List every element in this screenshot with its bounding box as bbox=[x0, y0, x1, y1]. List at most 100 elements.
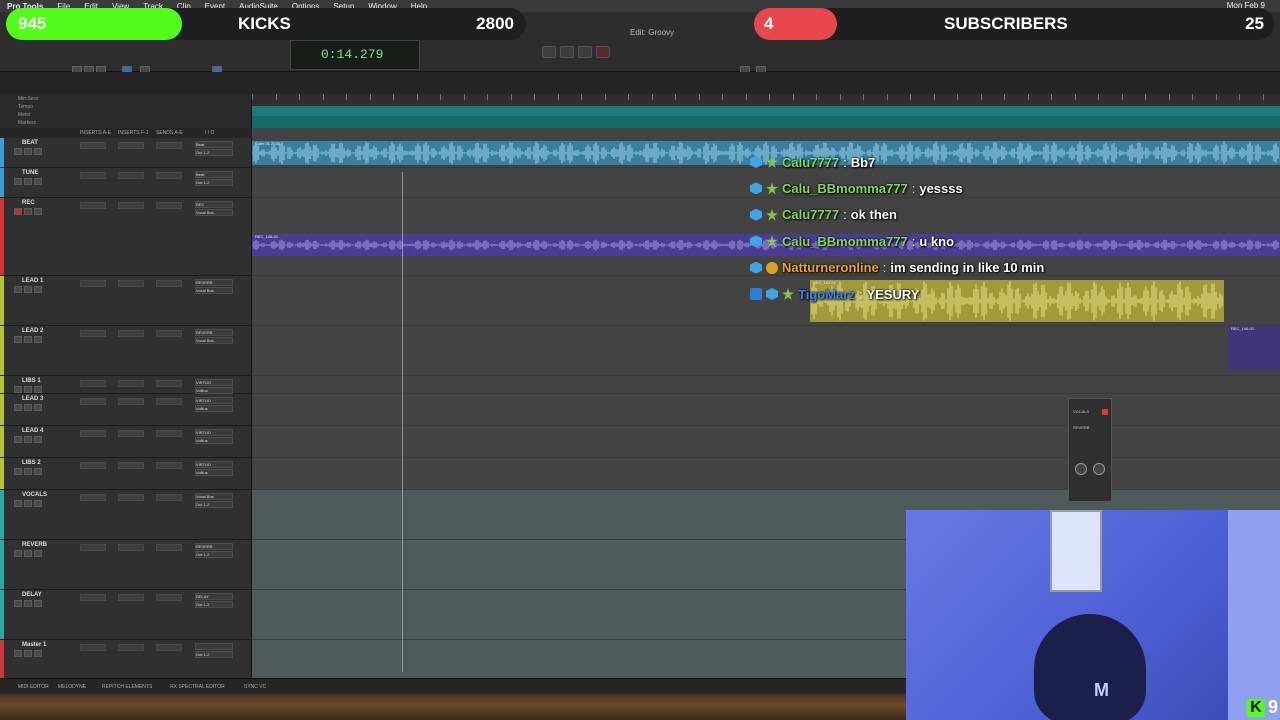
track-row[interactable]: LEAD 2 REVERB Vocal Bus bbox=[0, 326, 252, 376]
output-selector[interactable]: Out 1-2 bbox=[195, 551, 233, 558]
record-enable-button[interactable] bbox=[14, 650, 22, 657]
solo-button[interactable] bbox=[24, 468, 32, 475]
input-selector[interactable]: VIRTUO bbox=[195, 429, 233, 436]
knob-icon[interactable] bbox=[1075, 463, 1087, 475]
track-name[interactable]: LEAD 4 bbox=[22, 428, 43, 434]
mute-button[interactable] bbox=[34, 500, 42, 507]
output-selector[interactable]: Out 1-2 bbox=[195, 501, 233, 508]
record-enable-button[interactable] bbox=[14, 600, 22, 607]
output-selector[interactable]: VoBus bbox=[195, 469, 233, 476]
chat-username[interactable]: Calu7777 bbox=[782, 207, 839, 222]
solo-button[interactable] bbox=[24, 404, 32, 411]
track-row[interactable]: BEAT Beat Out 1-2 bbox=[0, 138, 252, 168]
tab-midi-editor[interactable]: MIDI EDITOR bbox=[18, 684, 49, 690]
plugin-slot[interactable]: REVERB bbox=[1073, 425, 1089, 430]
solo-button[interactable] bbox=[24, 208, 32, 215]
track-name[interactable]: LIBS 1 bbox=[22, 378, 41, 384]
insert-slot[interactable] bbox=[80, 142, 106, 149]
chat-username[interactable]: Calu7777 bbox=[782, 155, 839, 170]
track-name[interactable]: REC bbox=[22, 200, 35, 206]
record-button[interactable] bbox=[596, 46, 610, 58]
mute-button[interactable] bbox=[34, 600, 42, 607]
solo-button[interactable] bbox=[24, 286, 32, 293]
track-name[interactable]: LIBS 2 bbox=[22, 460, 41, 466]
input-selector[interactable]: Beat bbox=[195, 171, 233, 178]
output-selector[interactable]: VoBus bbox=[195, 387, 233, 394]
input-selector[interactable]: Beat bbox=[195, 141, 233, 148]
tab-rx-spectral-editor[interactable]: RX SPECTRAL EDITOR bbox=[170, 684, 225, 690]
output-selector[interactable]: Out 1-2 bbox=[195, 601, 233, 608]
track-lane[interactable]: REC_106-01 bbox=[252, 326, 1280, 376]
input-selector[interactable]: REC bbox=[195, 201, 233, 208]
record-enable-button[interactable] bbox=[14, 286, 22, 293]
track-row[interactable]: LIBS 1 VIRTUO VoBus bbox=[0, 376, 252, 394]
mute-button[interactable] bbox=[34, 286, 42, 293]
tab-sync-vc[interactable]: SYNC VC bbox=[244, 684, 266, 690]
track-row[interactable]: LEAD 1 REVERB Vocal Bus bbox=[0, 276, 252, 326]
rewind-button[interactable] bbox=[542, 46, 556, 58]
insert-slot[interactable] bbox=[118, 142, 144, 149]
track-name[interactable]: LEAD 3 bbox=[22, 396, 43, 402]
insert-slot[interactable] bbox=[80, 280, 106, 287]
track-row[interactable]: DELAY DELAY Out 1-2 bbox=[0, 590, 252, 640]
insert-slot[interactable] bbox=[80, 380, 106, 387]
track-name[interactable]: REVERB bbox=[22, 542, 47, 548]
insert-slot[interactable] bbox=[118, 202, 144, 209]
send-slot[interactable] bbox=[156, 494, 182, 501]
mute-button[interactable] bbox=[34, 148, 42, 155]
output-selector[interactable]: VoBus bbox=[195, 437, 233, 444]
mute-button[interactable] bbox=[34, 436, 42, 443]
mute-button[interactable] bbox=[34, 650, 42, 657]
track-name[interactable]: BEAT bbox=[22, 140, 38, 146]
send-slot[interactable] bbox=[156, 594, 182, 601]
audio-clip[interactable]: REC_106-01 bbox=[1228, 326, 1280, 370]
record-enable-button[interactable] bbox=[14, 386, 22, 393]
insert-slot[interactable] bbox=[80, 462, 106, 469]
mute-button[interactable] bbox=[34, 336, 42, 343]
send-slot[interactable] bbox=[156, 330, 182, 337]
tempo-ruler[interactable] bbox=[252, 106, 1280, 116]
send-slot[interactable] bbox=[156, 202, 182, 209]
insert-slot[interactable] bbox=[80, 430, 106, 437]
insert-slot[interactable] bbox=[80, 594, 106, 601]
input-selector[interactable]: VIRTUO bbox=[195, 397, 233, 404]
insert-slot[interactable] bbox=[118, 430, 144, 437]
track-row[interactable]: LIBS 2 VIRTUO VoBus bbox=[0, 458, 252, 490]
record-enable-button[interactable] bbox=[14, 550, 22, 557]
insert-slot[interactable] bbox=[118, 494, 144, 501]
input-selector[interactable]: VIRTUO bbox=[195, 461, 233, 468]
insert-slot[interactable] bbox=[80, 172, 106, 179]
solo-button[interactable] bbox=[24, 336, 32, 343]
solo-button[interactable] bbox=[24, 178, 32, 185]
insert-slot[interactable] bbox=[118, 594, 144, 601]
playhead[interactable] bbox=[402, 172, 403, 672]
tab-melodyne[interactable]: MELODYNE bbox=[58, 684, 86, 690]
insert-slot[interactable] bbox=[118, 644, 144, 651]
track-lane[interactable] bbox=[252, 376, 1280, 394]
record-enable-button[interactable] bbox=[14, 468, 22, 475]
track-name[interactable]: VOCALS bbox=[22, 492, 47, 498]
input-selector[interactable]: REVERB bbox=[195, 279, 233, 286]
record-enable-button[interactable] bbox=[14, 336, 22, 343]
mute-button[interactable] bbox=[34, 178, 42, 185]
input-selector[interactable]: DELAY bbox=[195, 593, 233, 600]
track-row[interactable]: LEAD 3 VIRTUO VoBus bbox=[0, 394, 252, 426]
insert-slot[interactable] bbox=[118, 398, 144, 405]
output-selector[interactable]: Out 1-2 bbox=[195, 149, 233, 156]
track-row[interactable]: REVERB REVERB Out 1-2 bbox=[0, 540, 252, 590]
record-enable-button[interactable] bbox=[14, 208, 22, 215]
output-selector[interactable]: Out 1-2 bbox=[195, 179, 233, 186]
solo-button[interactable] bbox=[24, 650, 32, 657]
send-slot[interactable] bbox=[156, 398, 182, 405]
mute-button[interactable] bbox=[34, 468, 42, 475]
stop-button[interactable] bbox=[560, 46, 574, 58]
record-enable-button[interactable] bbox=[14, 500, 22, 507]
output-selector[interactable]: Vocal Bus bbox=[195, 337, 233, 344]
insert-slot[interactable] bbox=[118, 330, 144, 337]
track-lane[interactable] bbox=[252, 394, 1280, 426]
record-enable-button[interactable] bbox=[14, 178, 22, 185]
input-selector[interactable]: Vocal Bus bbox=[195, 493, 233, 500]
tab-repitch-elements[interactable]: REPITCH ELEMENTS bbox=[102, 684, 152, 690]
solo-button[interactable] bbox=[24, 600, 32, 607]
send-slot[interactable] bbox=[156, 142, 182, 149]
